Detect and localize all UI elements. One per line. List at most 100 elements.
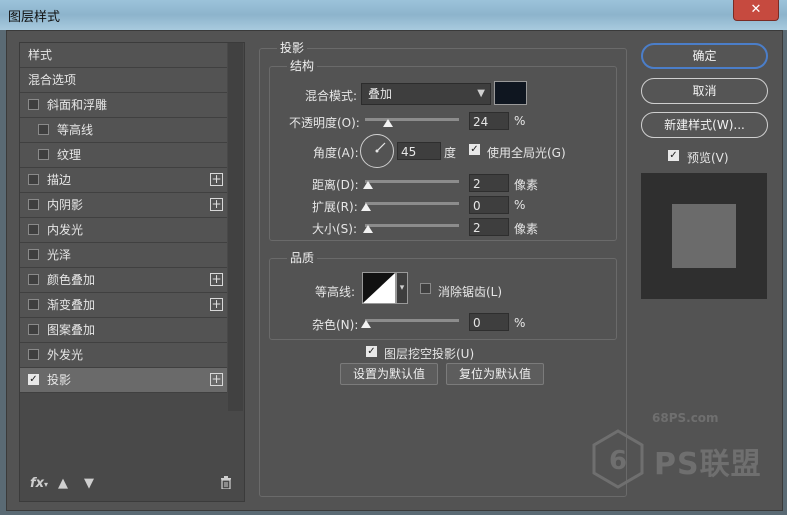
spread-unit: % [514,198,526,212]
contour-linear-icon [363,273,395,303]
style-list-checkbox[interactable] [28,224,39,235]
add-effect-plus-icon[interactable]: + [210,373,223,386]
style-list-checkbox[interactable] [28,324,39,335]
quality-title: 品质 [287,249,318,266]
style-list-item[interactable]: 内发光 [20,218,227,243]
style-list-item[interactable]: ✓ 投影 + [20,368,227,393]
add-effect-plus-icon[interactable]: + [210,273,223,286]
style-list-item[interactable]: 内阴影 + [20,193,227,218]
opacity-slider-thumb[interactable] [382,119,393,127]
style-list-scrollbar[interactable] [228,43,243,411]
add-effect-plus-icon[interactable]: + [210,298,223,311]
add-effect-plus-icon[interactable]: + [210,198,223,211]
distance-slider-track[interactable] [365,180,459,183]
size-label: 大小(S): [312,222,358,236]
blend-mode-label: 混合模式: [305,89,358,103]
knockout-checkbox[interactable]: ✓ [366,346,377,357]
make-default-button[interactable]: 设置为默认值 [340,363,438,385]
trash-icon[interactable] [220,476,232,493]
preview-checkbox[interactable]: ✓ [668,150,679,161]
add-effect-plus-icon[interactable]: + [210,173,223,186]
fx-icon[interactable]: fx▾ [30,476,48,491]
style-preview [641,173,767,299]
spread-slider-track[interactable] [365,202,459,205]
size-slider-thumb[interactable] [363,225,373,233]
contour-label: 等高线: [315,285,356,299]
noise-label: 杂色(N): [312,318,359,332]
noise-input[interactable]: 0 [469,313,509,331]
noise-unit: % [514,316,526,330]
arrow-down-icon[interactable]: ▼ [84,476,94,491]
style-list-checkbox[interactable] [28,174,39,185]
blend-mode-select[interactable]: 叠加 ▼ [361,83,491,105]
distance-input[interactable]: 2 [469,174,509,192]
new-style-button[interactable]: 新建样式(W)... [641,112,768,138]
contour-dropdown-chevron-icon[interactable]: ▾ [396,272,408,304]
style-list-item-label: 等高线 [57,123,94,137]
style-list-item[interactable]: 颜色叠加 + [20,268,227,293]
opacity-label: 不透明度(O): [289,116,360,130]
structure-title: 结构 [287,57,318,74]
style-list-item-label: 样式 [28,48,53,62]
opacity-slider-track[interactable] [365,118,459,121]
style-list-item[interactable]: 图案叠加 [20,318,227,343]
close-button[interactable]: ✕ [733,0,779,21]
noise-slider-track[interactable] [365,319,459,322]
distance-slider-thumb[interactable] [363,181,373,189]
spread-slider-thumb[interactable] [361,203,371,211]
angle-input[interactable]: 45 [397,142,441,160]
reset-default-button[interactable]: 复位为默认值 [446,363,544,385]
angle-label: 角度(A): [313,146,359,160]
style-list-checkbox[interactable] [28,249,39,260]
angle-dial[interactable] [360,134,394,168]
noise-slider-thumb[interactable] [361,320,371,328]
fx-label: fx [30,476,45,491]
style-list-item[interactable]: 混合选项 [20,68,227,93]
ok-button[interactable]: 确定 [641,43,768,69]
opacity-input[interactable]: 24 [469,112,509,130]
spread-label: 扩展(R): [312,200,358,214]
style-list-item[interactable]: 渐变叠加 + [20,293,227,318]
title-bar[interactable]: 图层样式 ✕ [0,0,787,30]
style-list-item-label: 混合选项 [28,73,77,87]
watermark-site: 68PS.com [652,411,719,425]
style-list-checkbox[interactable] [38,149,49,160]
angle-dial-indicator-icon [375,142,386,153]
size-slider-track[interactable] [365,224,459,227]
style-list-checkbox[interactable] [28,199,39,210]
style-list-item-label: 外发光 [47,348,84,362]
style-list-item-label: 投影 [47,373,72,387]
style-list-item-label: 渐变叠加 [47,298,96,312]
knockout-label: 图层挖空投影(U) [384,347,475,361]
style-list-item[interactable]: 样式 [20,43,227,68]
style-list-item[interactable]: 斜面和浮雕 [20,93,227,118]
size-input[interactable]: 2 [469,218,509,236]
cancel-button[interactable]: 取消 [641,78,768,104]
chevron-down-icon: ▼ [477,88,485,99]
style-list-item[interactable]: 光泽 [20,243,227,268]
arrow-up-icon[interactable]: ▲ [58,476,68,491]
anti-alias-label: 消除锯齿(L) [438,285,503,299]
style-list-checkbox[interactable]: ✓ [28,374,39,385]
style-list-item[interactable]: 描边 + [20,168,227,193]
style-list: 样式 混合选项 斜面和浮雕 等高线 纹理 描边 + 内阴影 + 内发光 光泽 颜色叠加 + 渐变叠加 + 图案… [20,43,227,393]
global-light-checkbox[interactable]: ✓ [469,144,480,155]
style-list-checkbox[interactable] [38,124,49,135]
style-list-item[interactable]: 等高线 [20,118,227,143]
spread-input[interactable]: 0 [469,196,509,214]
style-list-checkbox[interactable] [28,99,39,110]
style-list-item-label: 颜色叠加 [47,273,96,287]
style-list-checkbox[interactable] [28,274,39,285]
svg-text:6: 6 [609,446,627,476]
contour-picker[interactable] [362,272,396,304]
style-list-checkbox[interactable] [28,299,39,310]
style-list-checkbox[interactable] [28,349,39,360]
distance-label: 距离(D): [312,178,359,192]
style-list-item[interactable]: 纹理 [20,143,227,168]
watermark-brand: PS联盟 [654,447,762,482]
style-list-item-label: 描边 [47,173,72,187]
anti-alias-checkbox[interactable] [420,283,431,294]
drop-shadow-title: 投影 [277,39,308,56]
shadow-color-swatch[interactable] [494,81,527,105]
style-list-item[interactable]: 外发光 [20,343,227,368]
